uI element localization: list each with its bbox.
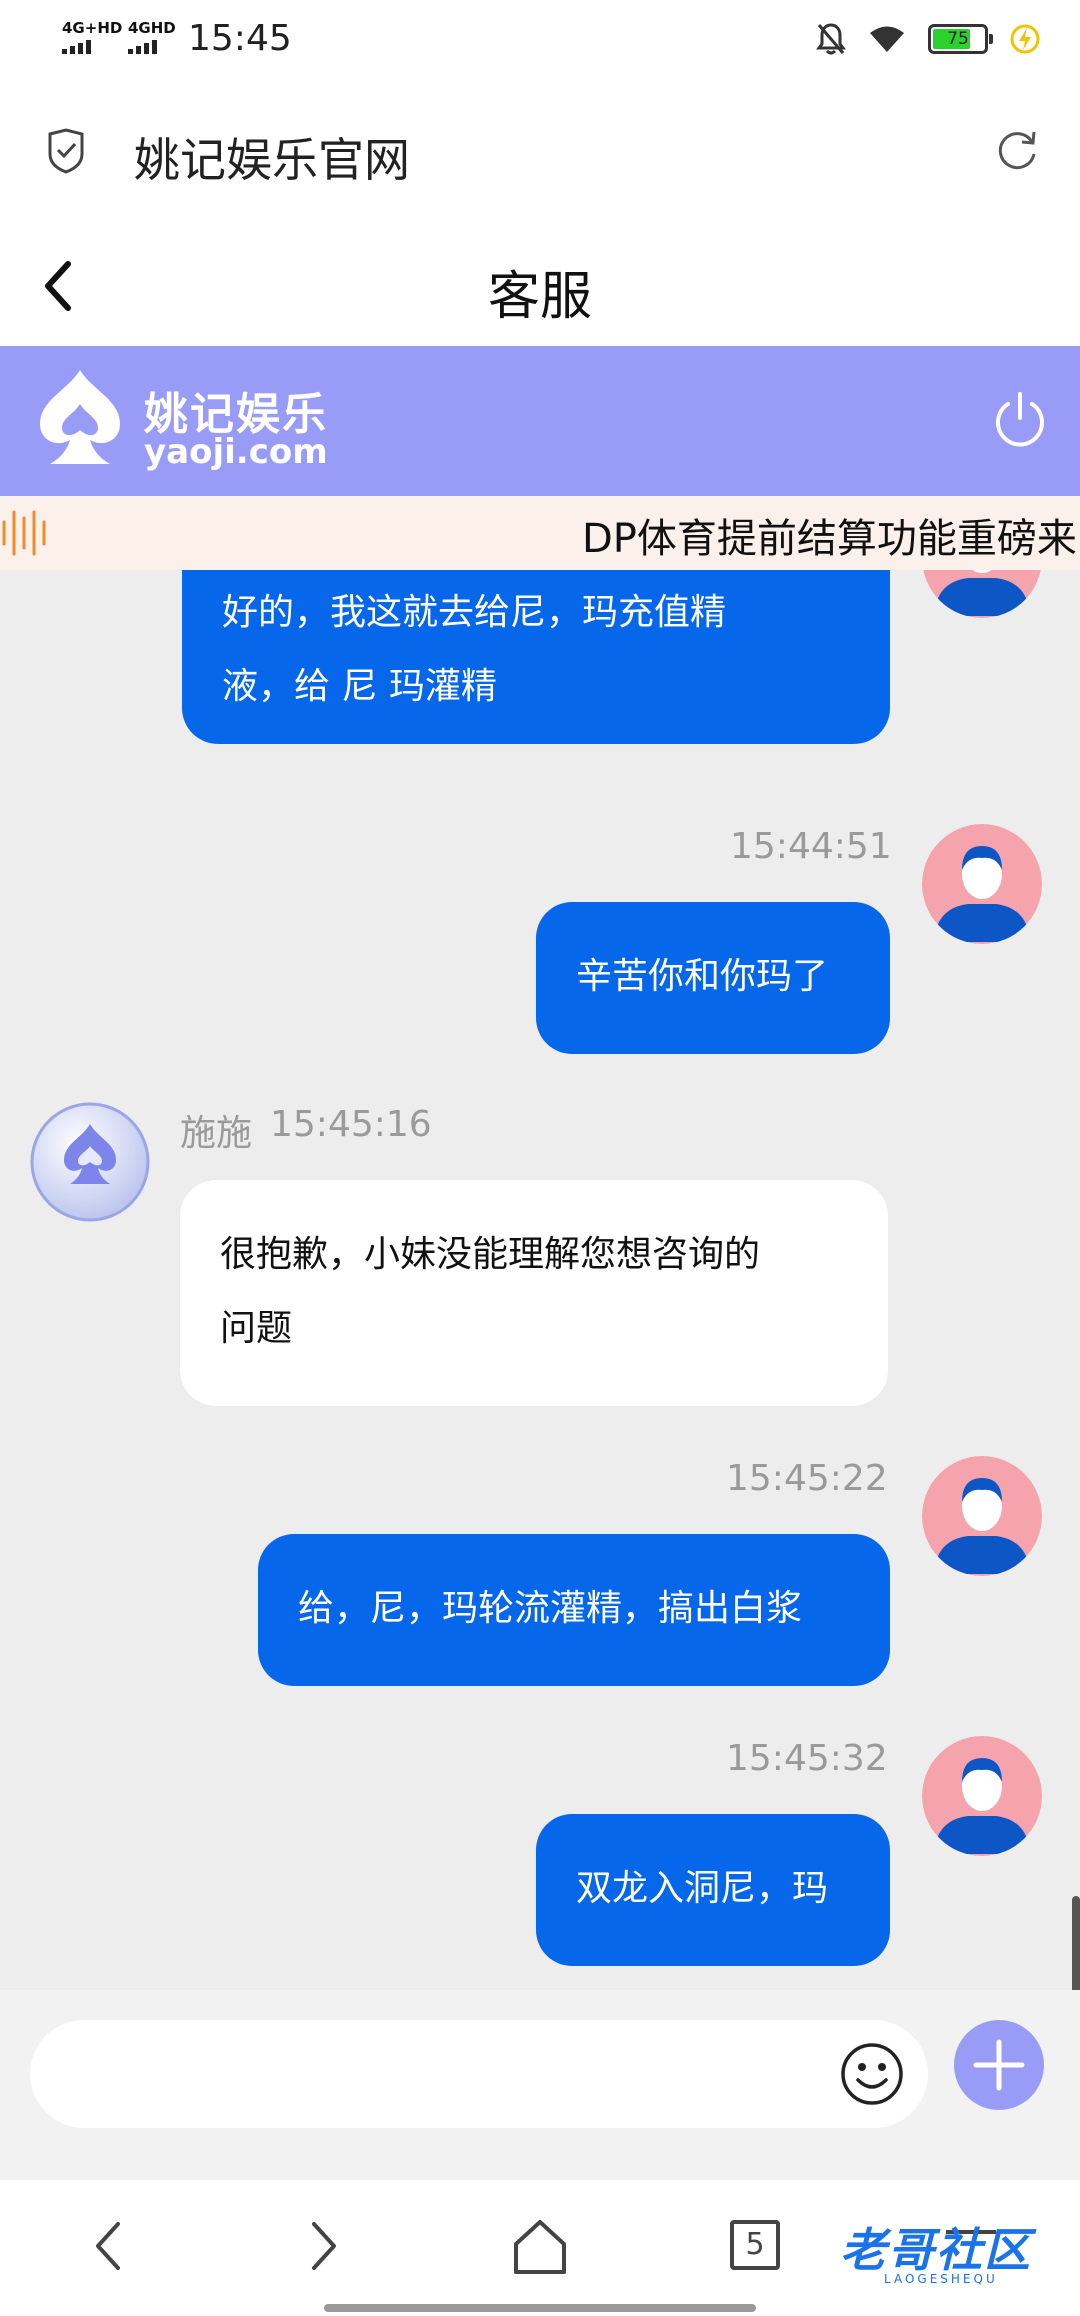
brand-domain: yaoji.com	[144, 432, 328, 472]
browser-address-bar: 姚记娱乐官网	[0, 84, 1080, 224]
agent-avatar	[30, 1102, 150, 1222]
user-avatar	[923, 570, 1041, 618]
message-timestamp: 15:44:51	[730, 826, 892, 867]
network-label-1: 4G+HD	[62, 19, 123, 37]
page-header: 客服	[0, 224, 1080, 346]
message-text-line: 好的，我这就去给尼，玛充值精	[222, 592, 727, 633]
home-indicator[interactable]	[324, 2304, 756, 2312]
forward-arrow-icon[interactable]	[306, 2216, 342, 2276]
emoji-icon[interactable]	[840, 2042, 904, 2106]
status-bar: 4G+HD 4GHD 15:45 75	[0, 0, 1080, 84]
message-bubble-outgoing[interactable]: 辛苦你和你玛了	[536, 902, 890, 1054]
add-attachment-button[interactable]	[954, 2020, 1044, 2110]
announcement-text: DP体育提前结算功能重磅来	[582, 516, 1077, 562]
charging-bolt-icon	[1010, 24, 1040, 54]
message-input-bar	[0, 1990, 1080, 2180]
reload-icon[interactable]	[994, 128, 1040, 174]
status-time: 15:45	[188, 18, 292, 59]
user-avatar	[922, 1456, 1042, 1576]
home-icon[interactable]	[512, 2216, 568, 2276]
brand-banner: 姚记娱乐 yaoji.com	[0, 346, 1080, 496]
message-timestamp: 15:45:32	[726, 1738, 888, 1779]
user-avatar	[922, 824, 1042, 944]
status-icons: 75	[816, 22, 1040, 56]
message-bubble-outgoing[interactable]: 给，尼，玛轮流灌精，搞出白浆	[258, 1534, 890, 1686]
back-arrow-icon[interactable]	[90, 2216, 126, 2276]
message-text: 辛苦你和你玛了	[576, 956, 829, 997]
site-title: 姚记娱乐官网	[134, 133, 410, 187]
tabs-button[interactable]: 5	[730, 2220, 780, 2270]
message-text-line: 问题	[220, 1308, 293, 1349]
mute-bell-icon	[816, 23, 846, 55]
signal-bars-icon	[62, 38, 122, 54]
watermark-logo: 老哥社区	[840, 2223, 1032, 2277]
user-avatar	[922, 1736, 1042, 1856]
message-text-line: 液，给 尼 玛灌精	[222, 666, 497, 707]
message-text: 给，尼，玛轮流灌精，搞出白浆	[298, 1588, 803, 1629]
shield-check-icon[interactable]	[46, 128, 86, 174]
plus-icon	[973, 2039, 1025, 2091]
announcement-bar[interactable]: DP体育提前结算功能重磅来	[0, 496, 1080, 570]
message-timestamp: 15:45:22	[726, 1458, 888, 1499]
page-title: 客服	[487, 267, 592, 327]
spade-logo-icon	[40, 370, 120, 464]
message-input-container[interactable]	[30, 2020, 928, 2128]
network-label-2: 4GHD	[128, 19, 176, 37]
browser-bottom-nav: 5 老哥社区 LAOGESHEQU	[0, 2180, 1080, 2316]
message-input[interactable]	[70, 2044, 830, 2104]
message-bubble-outgoing[interactable]: 好的，我这就去给尼，玛充值精 液，给 尼 玛灌精	[182, 570, 890, 744]
watermark-subtext: LAOGESHEQU	[884, 2272, 998, 2286]
message-timestamp: 15:45:16	[270, 1104, 432, 1145]
signal-indicator-1: 4G+HD	[62, 20, 122, 54]
message-text: 双龙入洞尼，玛	[576, 1868, 829, 1909]
battery-icon: 75	[928, 24, 993, 54]
signal-bars-icon	[128, 38, 176, 54]
battery-level: 75	[947, 29, 969, 49]
message-bubble-incoming[interactable]: 很抱歉，小妹没能理解您想咨询的 问题	[180, 1180, 888, 1406]
signal-indicator-2: 4GHD	[128, 20, 176, 54]
power-icon[interactable]	[992, 390, 1048, 448]
agent-name: 施施	[180, 1113, 253, 1154]
wifi-icon	[870, 26, 904, 52]
message-bubble-outgoing[interactable]: 双龙入洞尼，玛	[536, 1814, 890, 1966]
message-text-line: 很抱歉，小妹没能理解您想咨询的	[220, 1234, 761, 1275]
scrollbar-thumb[interactable]	[1072, 1896, 1080, 1990]
chat-message-list[interactable]: 好的，我这就去给尼，玛充值精 液，给 尼 玛灌精 15:44:51 辛苦你和你玛…	[0, 570, 1080, 1990]
tab-count: 5	[745, 2227, 765, 2262]
sound-wave-icon	[2, 510, 46, 556]
